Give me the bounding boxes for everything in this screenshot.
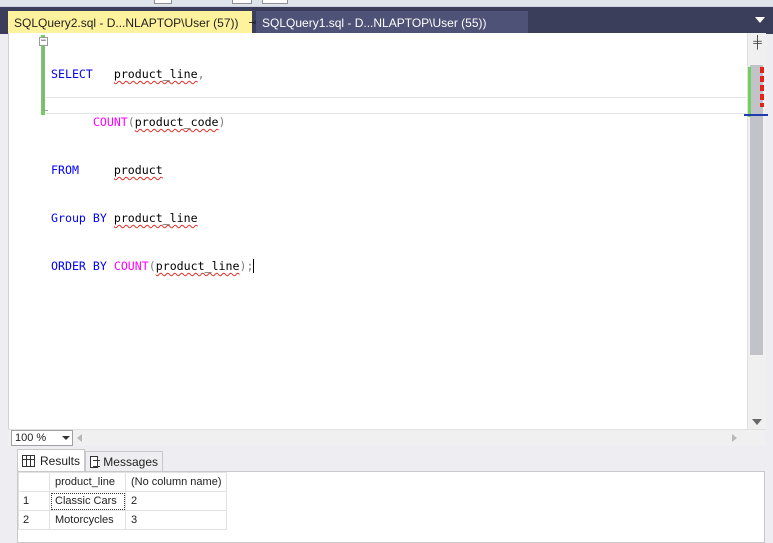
tab-results[interactable]: Results xyxy=(17,449,85,471)
toolbar-button-fragment xyxy=(154,0,172,4)
text-caret xyxy=(253,259,255,273)
function-name: COUNT xyxy=(113,259,149,273)
tab-label: Results xyxy=(39,453,80,468)
scroll-left-icon[interactable] xyxy=(77,434,82,442)
table-row[interactable]: 2 Motorcycles 3 xyxy=(18,510,228,530)
caret-position-marker xyxy=(744,114,768,116)
code-line: ORDER BY COUNT(product_line); xyxy=(51,258,255,274)
editor-vertical-scrollbar[interactable]: ╪ xyxy=(744,33,768,429)
scroll-right-icon[interactable] xyxy=(732,434,737,442)
chevron-down-icon[interactable] xyxy=(755,17,765,23)
zoom-select[interactable]: 100 % xyxy=(11,430,73,446)
grid-cell[interactable]: 3 xyxy=(124,510,228,530)
code-line: Group BY product_line xyxy=(51,210,254,226)
table-row[interactable]: 1 Classic Cars 2 xyxy=(18,491,228,511)
grid-cell[interactable]: 2 xyxy=(124,491,228,511)
keyword: FROM xyxy=(51,163,79,177)
tab-sqlquery2[interactable]: SQLQuery2.sql - D...NLAPTOP\User (57)) ⊸… xyxy=(8,11,277,34)
split-icon[interactable]: ╪ xyxy=(750,35,765,50)
identifier: product_line xyxy=(155,259,240,273)
editor-status-row: 100 % xyxy=(8,429,765,446)
tab-label: SQLQuery2.sql - D...NLAPTOP\User (57)) xyxy=(14,15,239,30)
change-marker xyxy=(748,67,751,117)
fold-guide xyxy=(43,46,44,110)
grid-cell[interactable]: Classic Cars xyxy=(49,491,126,511)
collapse-icon[interactable]: − xyxy=(39,37,48,46)
toolbar-edge xyxy=(0,0,773,7)
function-name: COUNT xyxy=(92,115,128,129)
code-line: COUNT(product_code) xyxy=(51,114,254,130)
zoom-value: 100 % xyxy=(15,432,47,444)
punctuation: ( xyxy=(127,115,135,129)
grid-cell[interactable]: Motorcycles xyxy=(49,510,126,530)
tab-messages[interactable]: Messages xyxy=(85,451,163,471)
keyword: BY xyxy=(92,211,107,225)
messages-icon xyxy=(90,455,101,468)
toolbar-button-fragment xyxy=(232,0,252,4)
row-number[interactable]: 2 xyxy=(18,510,50,530)
punctuation: ); xyxy=(239,259,254,273)
error-marker xyxy=(760,67,764,107)
chevron-down-icon[interactable] xyxy=(62,436,70,440)
grid-header-row: product_line (No column name) xyxy=(18,472,228,492)
tab-label: Messages xyxy=(103,454,158,469)
sql-code[interactable]: SELECT product_line, COUNT(product_code)… xyxy=(51,34,255,306)
identifier: product_code xyxy=(134,115,219,129)
query-editor[interactable]: − SELECT product_line, COUNT(product_cod… xyxy=(8,33,768,429)
scrollbar-thumb[interactable] xyxy=(750,65,763,355)
identifier: product_line xyxy=(113,211,198,225)
document-tab-bar: SQLQuery2.sql - D...NLAPTOP\User (57)) ⊸… xyxy=(0,7,773,34)
column-header[interactable]: product_line xyxy=(49,472,126,492)
code-line: SELECT product_line, xyxy=(51,66,254,82)
keyword: Group xyxy=(51,211,86,225)
column-header[interactable]: (No column name) xyxy=(124,472,228,492)
tab-label: SQLQuery1.sql - D...NLAPTOP\User (55)) xyxy=(262,15,487,30)
punctuation: ) xyxy=(218,115,226,129)
scroll-down-icon[interactable] xyxy=(752,419,762,425)
keyword: ORDER xyxy=(51,259,86,273)
punctuation: ( xyxy=(148,259,156,273)
identifier: product xyxy=(113,163,163,177)
results-grid[interactable]: product_line (No column name) 1 Classic … xyxy=(18,472,228,530)
code-line: FROM product xyxy=(51,162,254,178)
grid-icon xyxy=(22,454,35,467)
row-number-header[interactable] xyxy=(18,472,50,492)
keyword: SELECT xyxy=(51,67,93,81)
identifier: product_line xyxy=(113,67,198,81)
results-grid-panel[interactable]: product_line (No column name) 1 Classic … xyxy=(17,471,765,543)
keyword: BY xyxy=(92,259,107,273)
row-number[interactable]: 1 xyxy=(18,491,50,511)
toolbar-button-fragment xyxy=(262,0,288,4)
tab-sqlquery1[interactable]: SQLQuery1.sql - D...NLAPTOP\User (55)) xyxy=(256,11,528,34)
punctuation: , xyxy=(197,67,205,81)
